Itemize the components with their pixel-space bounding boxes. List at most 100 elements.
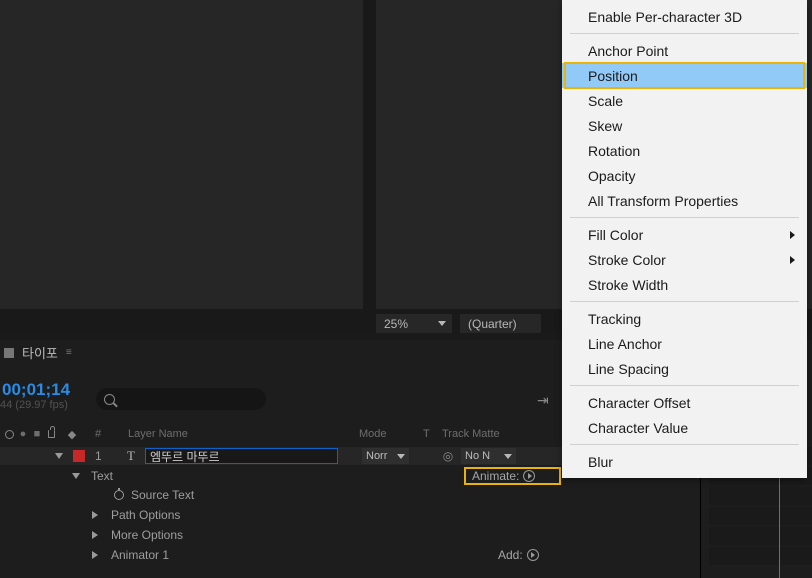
layer-label-color[interactable] <box>73 450 85 462</box>
source-text-label: Source Text <box>131 488 194 502</box>
lock-column-icon[interactable] <box>45 428 57 440</box>
menu-separator <box>570 301 799 302</box>
menu-item-skew[interactable]: Skew <box>562 113 807 138</box>
text-group-label: Text <box>91 469 113 483</box>
menu-separator <box>570 33 799 34</box>
index-column-header: # <box>95 428 101 440</box>
menu-item-all-transform[interactable]: All Transform Properties <box>562 188 807 213</box>
menu-item-position[interactable]: Position <box>562 63 807 88</box>
menu-item-label: All Transform Properties <box>588 193 738 209</box>
animator-row[interactable]: Animator 1 <box>0 546 812 564</box>
menu-separator <box>570 444 799 445</box>
blend-mode-value: Norr <box>366 450 387 462</box>
twirl-open-icon[interactable] <box>72 473 80 479</box>
snap-icon[interactable]: ⇥ <box>537 392 549 409</box>
chevron-down-icon <box>504 454 512 459</box>
track-row[interactable] <box>709 527 812 545</box>
menu-item-rotation[interactable]: Rotation <box>562 138 807 163</box>
animate-context-menu: Enable Per-character 3D Anchor Point Pos… <box>562 0 807 478</box>
menu-separator <box>570 217 799 218</box>
menu-item-label: Character Offset <box>588 395 690 411</box>
menu-item-label: Blur <box>588 454 613 470</box>
menu-item-stroke-width[interactable]: Stroke Width <box>562 272 807 297</box>
twirl-closed-icon[interactable] <box>92 531 98 539</box>
more-options-row[interactable]: More Options <box>0 526 812 544</box>
menu-item-line-spacing[interactable]: Line Spacing <box>562 356 807 381</box>
menu-item-scale[interactable]: Scale <box>562 88 807 113</box>
menu-separator <box>570 385 799 386</box>
preserve-transparency-icon[interactable]: ◎ <box>441 449 455 463</box>
chevron-down-icon <box>397 454 405 459</box>
menu-item-anchor-point[interactable]: Anchor Point <box>562 38 807 63</box>
visibility-column-icon[interactable] <box>3 428 15 440</box>
menu-item-tracking[interactable]: Tracking <box>562 306 807 331</box>
solo-column-icon[interactable]: ■ <box>31 428 43 440</box>
twirl-closed-icon[interactable] <box>92 551 98 559</box>
zoom-dropdown[interactable]: 25% <box>376 314 452 333</box>
menu-item-label: Fill Color <box>588 227 643 243</box>
track-row[interactable] <box>709 487 812 505</box>
animator-label: Animator 1 <box>111 548 169 562</box>
animate-flyout-button[interactable]: Animate: <box>464 467 561 485</box>
layer-search-input[interactable] <box>96 388 266 410</box>
menu-item-stroke-color[interactable]: Stroke Color <box>562 247 807 272</box>
preview-pane-left[interactable] <box>0 0 363 309</box>
submenu-arrow-icon <box>790 231 795 239</box>
track-row[interactable] <box>709 547 812 565</box>
t-column-header: T <box>423 428 430 440</box>
text-layer-icon: T <box>127 448 135 464</box>
menu-item-blur[interactable]: Blur <box>562 449 807 474</box>
layername-column-header: Layer Name <box>128 428 188 440</box>
menu-item-label: Rotation <box>588 143 640 159</box>
menu-item-label: Line Spacing <box>588 361 669 377</box>
timeline-tab[interactable]: 타이포 ≡ <box>0 340 74 365</box>
animate-label: Animate: <box>472 469 519 483</box>
menu-item-char-offset[interactable]: Character Offset <box>562 390 807 415</box>
trackmatte-column-header: Track Matte <box>442 428 500 440</box>
track-row[interactable] <box>709 507 812 525</box>
resolution-value: (Quarter) <box>468 317 517 331</box>
source-text-row[interactable]: Source Text <box>0 486 812 504</box>
more-options-label: More Options <box>111 528 183 542</box>
menu-item-label: Anchor Point <box>588 43 668 59</box>
menu-item-label: Line Anchor <box>588 336 662 352</box>
add-flyout-button[interactable]: Add: <box>498 546 539 564</box>
preview-toolbar: 25% (Quarter) <box>376 314 541 333</box>
menu-item-label: Character Value <box>588 420 688 436</box>
track-matte-dropdown[interactable]: No N <box>461 448 516 464</box>
search-icon <box>104 394 115 405</box>
menu-item-label: Skew <box>588 118 622 134</box>
resolution-dropdown[interactable]: (Quarter) <box>460 314 541 333</box>
layer-name-input[interactable]: 엠뚜르 마뚜르 <box>145 448 338 464</box>
flyout-arrow-icon <box>523 470 535 482</box>
menu-item-fill-color[interactable]: Fill Color <box>562 222 807 247</box>
timeline-snap-controls[interactable]: ⇥ <box>537 392 549 409</box>
tab-label: 타이포 <box>22 343 58 362</box>
menu-item-opacity[interactable]: Opacity <box>562 163 807 188</box>
zoom-value: 25% <box>384 317 408 331</box>
twirl-closed-icon[interactable] <box>92 511 98 519</box>
menu-item-label: Stroke Color <box>588 252 666 268</box>
menu-item-per-char-3d[interactable]: Enable Per-character 3D <box>562 4 807 29</box>
twirl-open-icon[interactable] <box>55 453 63 459</box>
path-options-label: Path Options <box>111 508 180 522</box>
chevron-down-icon <box>438 321 446 326</box>
timecode-display[interactable]: 00;01;14 <box>0 381 70 399</box>
menu-item-line-anchor[interactable]: Line Anchor <box>562 331 807 356</box>
stopwatch-icon[interactable] <box>114 490 124 500</box>
composition-icon <box>4 348 14 358</box>
label-column-icon[interactable]: ◆ <box>64 428 80 440</box>
menu-item-label: Scale <box>588 93 623 109</box>
flyout-arrow-icon <box>527 549 539 561</box>
menu-item-label: Opacity <box>588 168 635 184</box>
track-matte-value: No N <box>465 450 490 462</box>
fps-display: 44 (29.97 fps) <box>0 399 68 411</box>
menu-item-char-value[interactable]: Character Value <box>562 415 807 440</box>
path-options-row[interactable]: Path Options <box>0 506 812 524</box>
tab-menu-icon[interactable]: ≡ <box>66 347 74 358</box>
audio-column-icon[interactable]: ● <box>17 428 29 440</box>
mode-column-header: Mode <box>359 428 387 440</box>
menu-item-label: Stroke Width <box>588 277 668 293</box>
blend-mode-dropdown[interactable]: Norr <box>362 448 409 464</box>
menu-item-label: Enable Per-character 3D <box>588 9 742 25</box>
